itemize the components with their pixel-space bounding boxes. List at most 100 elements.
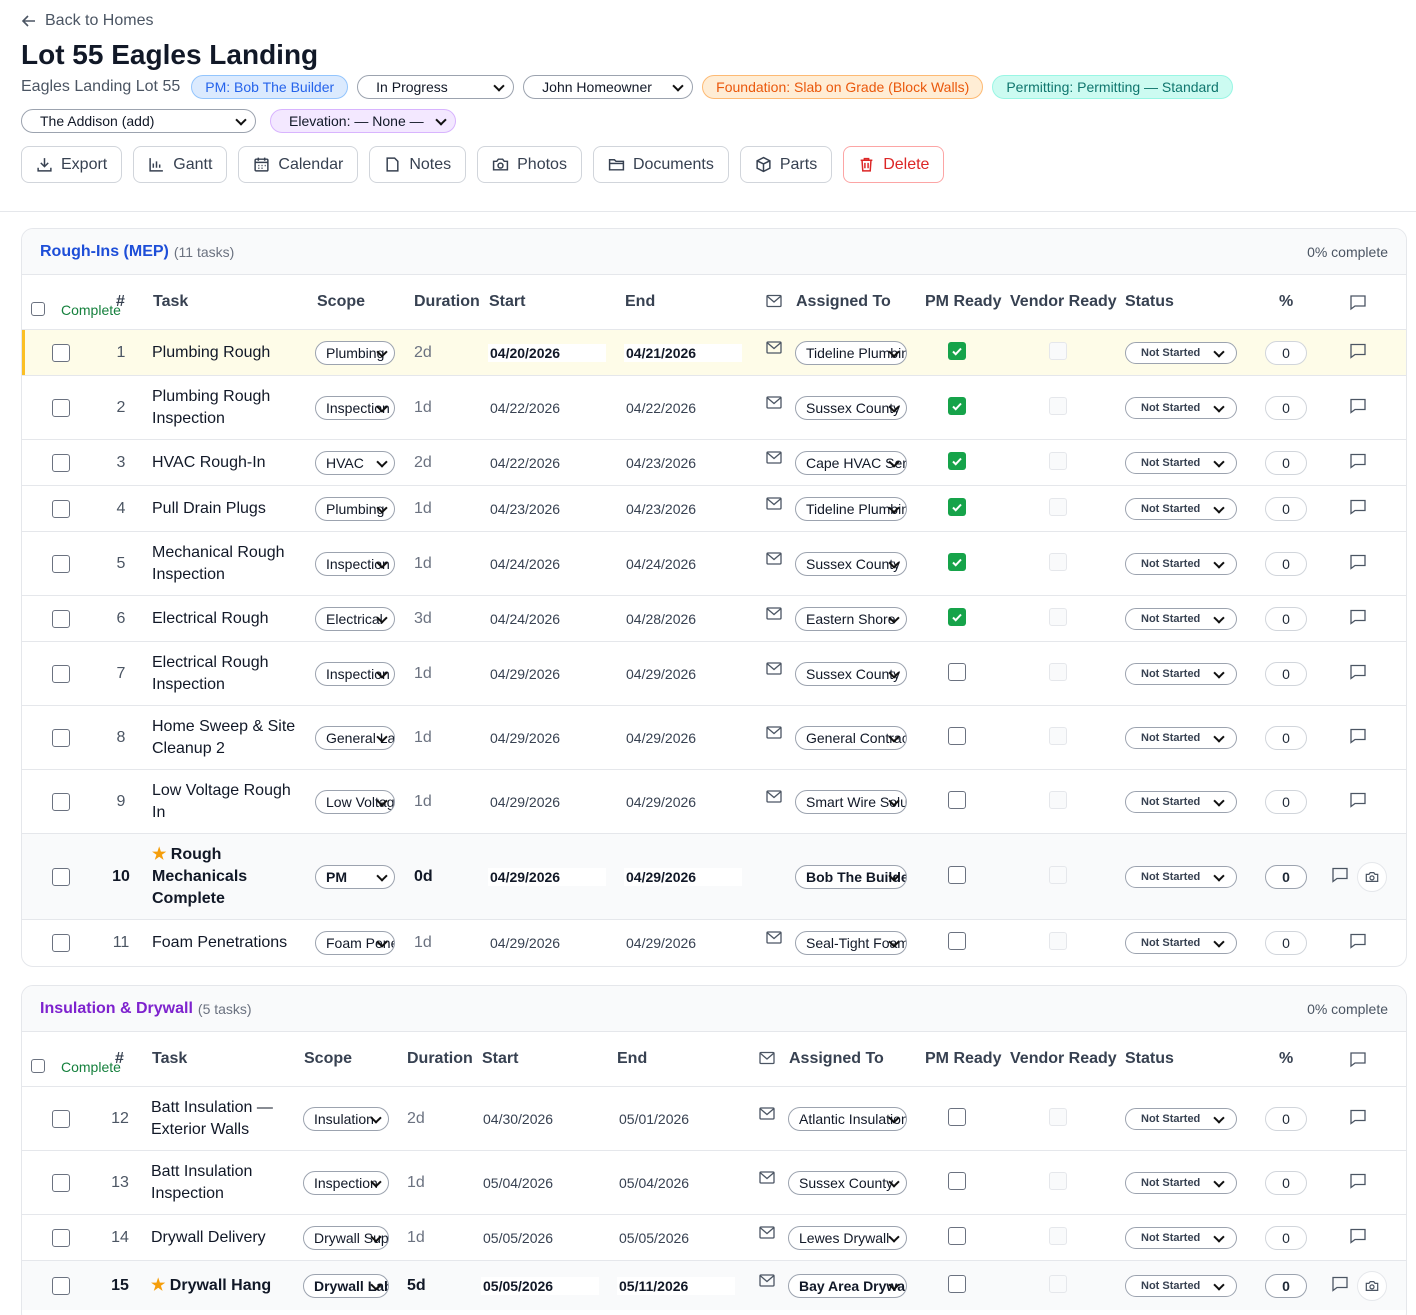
comment-icon[interactable]: [1349, 790, 1367, 808]
assigned-to-select[interactable]: Lewes Drywall: [788, 1225, 907, 1250]
duration-value[interactable]: 1d: [414, 934, 432, 952]
pm-ready-checkbox[interactable]: [948, 396, 966, 415]
duration-value[interactable]: 2d: [407, 1110, 425, 1128]
percent-input[interactable]: 0: [1265, 496, 1307, 521]
column-header-start[interactable]: Start: [489, 293, 525, 311]
complete-checkbox[interactable]: [52, 499, 70, 518]
complete-checkbox[interactable]: [52, 398, 70, 417]
status-select[interactable]: Not Started: [1125, 662, 1237, 685]
envelope-icon[interactable]: [766, 606, 782, 620]
start-date[interactable]: 04/29/2026: [488, 665, 560, 683]
column-header-start[interactable]: Start: [482, 1050, 518, 1068]
pm-ready-checkbox[interactable]: [948, 451, 966, 470]
column-header-pct[interactable]: %: [1279, 293, 1293, 311]
envelope-icon[interactable]: [759, 1170, 775, 1184]
delete-button[interactable]: Delete: [843, 146, 945, 183]
scope-select[interactable]: Inspection: [303, 1170, 389, 1195]
assigned-to-select[interactable]: Bay Area Drywall: [788, 1273, 907, 1298]
duration-value[interactable]: 1d: [414, 555, 432, 573]
assigned-to-select[interactable]: Tideline Plumbing: [795, 340, 907, 365]
column-header-duration[interactable]: Duration: [407, 1050, 473, 1068]
task-name[interactable]: HVAC Rough-In: [152, 452, 302, 474]
table-row[interactable]: 13 Batt Insulation Inspection Inspection 1d…: [22, 1151, 1406, 1215]
assigned-to-select[interactable]: Seal-Tight Foam: [795, 931, 907, 955]
column-header-pm-ready[interactable]: PM Ready: [925, 1050, 1001, 1068]
assigned-to-select[interactable]: Bob The Builder: [795, 864, 907, 889]
pm-ready-checkbox[interactable]: [948, 607, 966, 626]
start-date[interactable]: 04/23/2026: [488, 500, 560, 518]
complete-checkbox[interactable]: [52, 1276, 70, 1295]
assigned-to-select[interactable]: Sussex County: [795, 395, 907, 420]
percent-input[interactable]: 0: [1265, 661, 1307, 686]
status-select[interactable]: Not Started: [1125, 552, 1237, 575]
assigned-to-select[interactable]: Sussex County: [795, 661, 907, 686]
assigned-to-select[interactable]: Smart Wire Solutions: [795, 789, 907, 814]
comment-icon[interactable]: [1349, 607, 1367, 625]
envelope-icon[interactable]: [766, 496, 782, 510]
column-header-task[interactable]: Task: [152, 1050, 187, 1068]
status-select[interactable]: Not Started: [1125, 1274, 1237, 1297]
complete-checkbox[interactable]: [52, 1109, 70, 1128]
envelope-icon[interactable]: [766, 450, 782, 464]
table-row[interactable]: 7 Electrical Rough Inspection Inspection 1d…: [22, 642, 1406, 706]
column-header-assigned[interactable]: Assigned To: [789, 1050, 884, 1068]
start-date[interactable]: 04/24/2026: [488, 555, 560, 573]
start-date[interactable]: 04/29/2026: [488, 934, 560, 952]
pm-ready-checkbox[interactable]: [948, 341, 966, 360]
pm-ready-checkbox[interactable]: [948, 497, 966, 516]
column-header-end[interactable]: End: [617, 1050, 647, 1068]
table-row[interactable]: 15 ★ Drywall Hang Drywall Labor 5d 05/05/202…: [22, 1261, 1406, 1310]
table-row[interactable]: 10 ★ Rough Mechanicals Complete PM 0d 04/29/…: [22, 834, 1406, 920]
duration-value[interactable]: 2d: [414, 454, 432, 472]
percent-input[interactable]: 0: [1265, 606, 1307, 631]
pm-ready-checkbox[interactable]: [948, 865, 966, 884]
complete-checkbox[interactable]: [52, 867, 70, 886]
status-select[interactable]: Not Started: [1125, 1107, 1237, 1130]
percent-input[interactable]: 0: [1265, 789, 1307, 814]
comment-icon[interactable]: [1349, 497, 1367, 515]
end-date[interactable]: 04/24/2026: [624, 555, 696, 573]
table-row[interactable]: 9 Low Voltage Rough In Low Voltage 1d 04/29/…: [22, 770, 1406, 834]
duration-value[interactable]: 0d: [414, 868, 433, 886]
parts-button[interactable]: Parts: [739, 146, 833, 183]
end-date[interactable]: 04/29/2026: [624, 793, 696, 811]
end-date[interactable]: 04/28/2026: [624, 610, 696, 628]
percent-input[interactable]: 0: [1265, 1170, 1307, 1195]
end-date[interactable]: 04/23/2026: [624, 500, 696, 518]
pm-ready-checkbox[interactable]: [948, 1107, 966, 1126]
pm-ready-checkbox[interactable]: [948, 790, 966, 809]
end-date[interactable]: 04/21/2026: [624, 343, 742, 362]
column-header-num[interactable]: #: [115, 1050, 124, 1068]
table-row[interactable]: 14 Drywall Delivery Drywall Supply 1d 05/05/…: [22, 1215, 1406, 1261]
duration-value[interactable]: 1d: [414, 500, 432, 518]
scope-select[interactable]: Inspection: [315, 395, 395, 420]
task-name[interactable]: Foam Penetrations: [152, 932, 302, 954]
comment-icon[interactable]: [1349, 1171, 1367, 1189]
scope-select[interactable]: HVAC: [315, 450, 395, 475]
start-date[interactable]: 04/20/2026: [488, 343, 606, 362]
assigned-to-select[interactable]: Sussex County: [795, 551, 907, 576]
homeowner-select[interactable]: John Homeowner: [523, 75, 694, 99]
table-row[interactable]: 5 Mechanical Rough Inspection Inspection 1d…: [22, 532, 1406, 596]
notes-button[interactable]: Notes: [369, 146, 467, 183]
complete-checkbox[interactable]: [52, 934, 70, 952]
status-select[interactable]: Not Started: [1125, 932, 1237, 954]
select-all-checkbox[interactable]: [31, 302, 45, 316]
column-header-vendor-ready[interactable]: Vendor Ready: [1010, 293, 1117, 311]
complete-checkbox[interactable]: [52, 343, 70, 362]
table-row[interactable]: 3 HVAC Rough-In HVAC 2d 04/22/2026 04/23/2026…: [22, 440, 1406, 486]
assigned-to-select[interactable]: Sussex County: [788, 1170, 907, 1195]
end-date[interactable]: 05/11/2026: [617, 1276, 735, 1295]
task-name[interactable]: Drywall Delivery: [151, 1227, 291, 1249]
table-row[interactable]: 6 Electrical Rough Electrical 3d 04/24/2026 0…: [22, 596, 1406, 642]
column-header-end[interactable]: End: [625, 293, 655, 311]
status-select[interactable]: Not Started: [1125, 726, 1237, 749]
task-name[interactable]: Home Sweep & Site Cleanup 2: [152, 716, 302, 760]
percent-input[interactable]: 0: [1265, 551, 1307, 576]
percent-input[interactable]: 0: [1265, 725, 1307, 750]
column-header-duration[interactable]: Duration: [414, 293, 480, 311]
duration-value[interactable]: 1d: [407, 1229, 425, 1247]
column-header-scope[interactable]: Scope: [304, 1050, 352, 1068]
scope-select[interactable]: Electrical: [315, 606, 395, 631]
status-select[interactable]: Not Started: [1125, 341, 1237, 364]
